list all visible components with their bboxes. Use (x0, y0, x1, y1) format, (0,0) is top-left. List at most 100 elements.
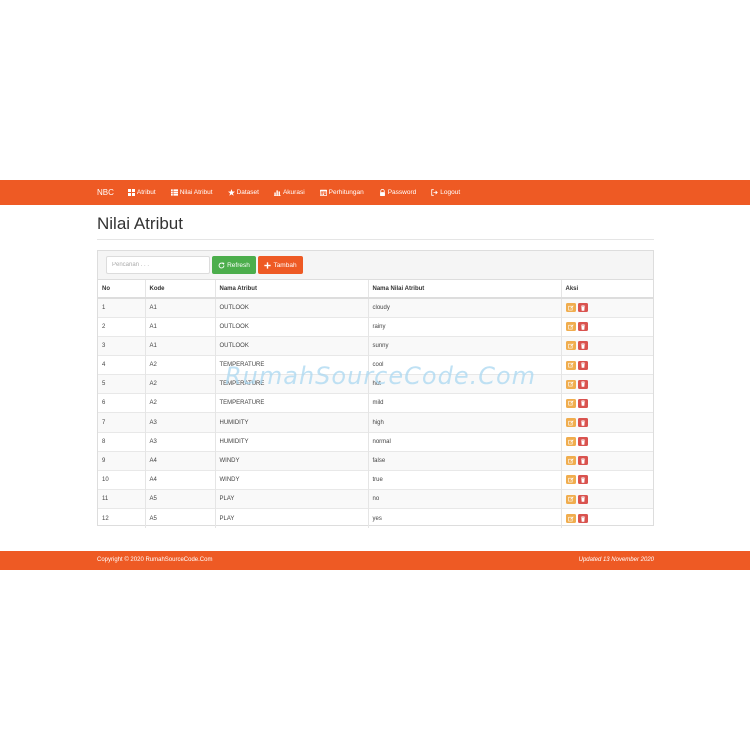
nav-item-label: Atribut (136, 189, 156, 196)
cell-nama-nilai: normal (368, 431, 562, 452)
nav-item-label: Nilai Atribut (179, 189, 213, 196)
column-header-aksi: Aksi (561, 280, 653, 299)
cell-nama-atribut: WINDY (215, 469, 369, 490)
cell-no: 10 (98, 469, 146, 490)
edit-button[interactable] (565, 322, 576, 332)
table-row: 5 A2 TEMPERATURE hot (98, 374, 653, 394)
cell-no: 12 (98, 508, 146, 528)
cell-nama-nilai: mild (368, 393, 562, 413)
delete-button[interactable] (577, 360, 588, 370)
edit-button[interactable] (565, 341, 576, 351)
edit-button[interactable] (565, 437, 576, 447)
delete-button[interactable] (577, 456, 588, 466)
nav-item-dataset[interactable]: Dataset (227, 189, 259, 196)
edit-icon (567, 496, 574, 502)
cell-kode: A5 (145, 489, 216, 509)
delete-button[interactable] (577, 341, 588, 351)
delete-button[interactable] (577, 494, 588, 504)
edit-icon (567, 458, 574, 464)
cell-aksi (561, 489, 653, 509)
trash-icon (580, 362, 585, 368)
edit-button[interactable] (565, 360, 576, 370)
edit-icon (567, 516, 574, 521)
list-icon (170, 189, 178, 196)
footer-copyright: Copyright © 2020 RumahSourceCode.Com (97, 557, 213, 563)
cell-kode: A2 (145, 393, 216, 413)
trash-icon (580, 381, 585, 387)
cell-nama-nilai: true (368, 469, 562, 490)
cell-nama-atribut: OUTLOOK (215, 316, 369, 337)
cell-no: 8 (98, 431, 146, 452)
cell-kode: A2 (145, 374, 216, 394)
brand-link[interactable]: NBC (97, 188, 114, 197)
table-header-row: No Kode Nama Atribut Nama Nilai Atribut … (98, 280, 653, 299)
edit-button[interactable] (565, 398, 576, 408)
cell-no: 9 (98, 450, 146, 471)
edit-button[interactable] (565, 514, 576, 524)
cell-no: 4 (98, 354, 146, 375)
edit-button[interactable] (565, 456, 576, 466)
nav-item-nilai-atribut[interactable]: Nilai Atribut (170, 189, 213, 196)
search-input[interactable] (106, 256, 210, 274)
cell-no: 7 (98, 412, 146, 433)
nav-item-perhitungan[interactable]: Perhitungan (319, 189, 364, 196)
cell-kode: A3 (145, 412, 216, 433)
cell-aksi (561, 335, 653, 356)
cell-nama-atribut: PLAY (215, 489, 369, 509)
cell-nama-nilai: sunny (368, 335, 562, 356)
column-header-no: No (98, 280, 146, 299)
edit-icon (567, 477, 574, 483)
table-row: 4 A2 TEMPERATURE cool (98, 354, 653, 375)
edit-button[interactable] (565, 379, 576, 389)
edit-button[interactable] (565, 303, 576, 313)
cell-no: 6 (98, 393, 146, 413)
cell-nama-atribut: OUTLOOK (215, 335, 369, 356)
delete-button[interactable] (577, 398, 588, 408)
refresh-button[interactable]: Refresh (212, 256, 256, 274)
table-body: 1 A1 OUTLOOK cloudy 2 A1 OUTLOOK rainy 3 A1 OUTLOO… (98, 297, 653, 528)
delete-button[interactable] (577, 437, 588, 447)
cell-no: 5 (98, 374, 146, 394)
nav-item-label: Dataset (236, 189, 259, 196)
cell-kode: A1 (145, 297, 216, 318)
trash-icon (580, 477, 585, 483)
cell-aksi (561, 508, 653, 528)
edit-icon (567, 343, 574, 349)
edit-icon (567, 324, 574, 330)
delete-button[interactable] (577, 418, 588, 428)
delete-button[interactable] (577, 303, 588, 313)
footer: Copyright © 2020 RumahSourceCode.Com Upd… (0, 551, 750, 570)
delete-button[interactable] (577, 514, 588, 524)
table-row: 9 A4 WINDY false (98, 450, 653, 471)
edit-icon (567, 362, 574, 368)
edit-button[interactable] (565, 494, 576, 504)
nav-item-akurasi[interactable]: Akurasi (273, 189, 305, 196)
cell-aksi (561, 354, 653, 375)
delete-button[interactable] (577, 322, 588, 332)
cell-aksi (561, 316, 653, 337)
delete-button[interactable] (577, 379, 588, 389)
cell-no: 11 (98, 489, 146, 509)
delete-button[interactable] (577, 475, 588, 485)
nav-item-logout[interactable]: Logout (431, 189, 460, 196)
nav-item-password[interactable]: Password (379, 189, 416, 196)
table-row: 11 A5 PLAY no (98, 489, 653, 509)
trash-icon (580, 458, 585, 464)
cell-nama-nilai: hot (368, 374, 562, 394)
cell-nama-nilai: cloudy (368, 297, 562, 318)
cell-nama-nilai: yes (368, 508, 562, 528)
table-row: 7 A3 HUMIDITY high (98, 412, 653, 433)
panel-toolbar: Refresh Tambah (98, 251, 653, 280)
cell-kode: A1 (145, 335, 216, 356)
table-row: 12 A5 PLAY yes (98, 508, 653, 528)
bar-chart-icon (273, 190, 281, 196)
cell-nama-atribut: OUTLOOK (215, 297, 369, 318)
cell-kode: A2 (145, 354, 216, 375)
cell-nama-atribut: WINDY (215, 450, 369, 471)
trash-icon (580, 496, 585, 502)
edit-button[interactable] (565, 418, 576, 428)
column-header-nama-atribut: Nama Atribut (215, 280, 369, 299)
add-button[interactable]: Tambah (258, 256, 303, 274)
edit-button[interactable] (565, 475, 576, 485)
nav-item-atribut[interactable]: Atribut (127, 189, 156, 196)
